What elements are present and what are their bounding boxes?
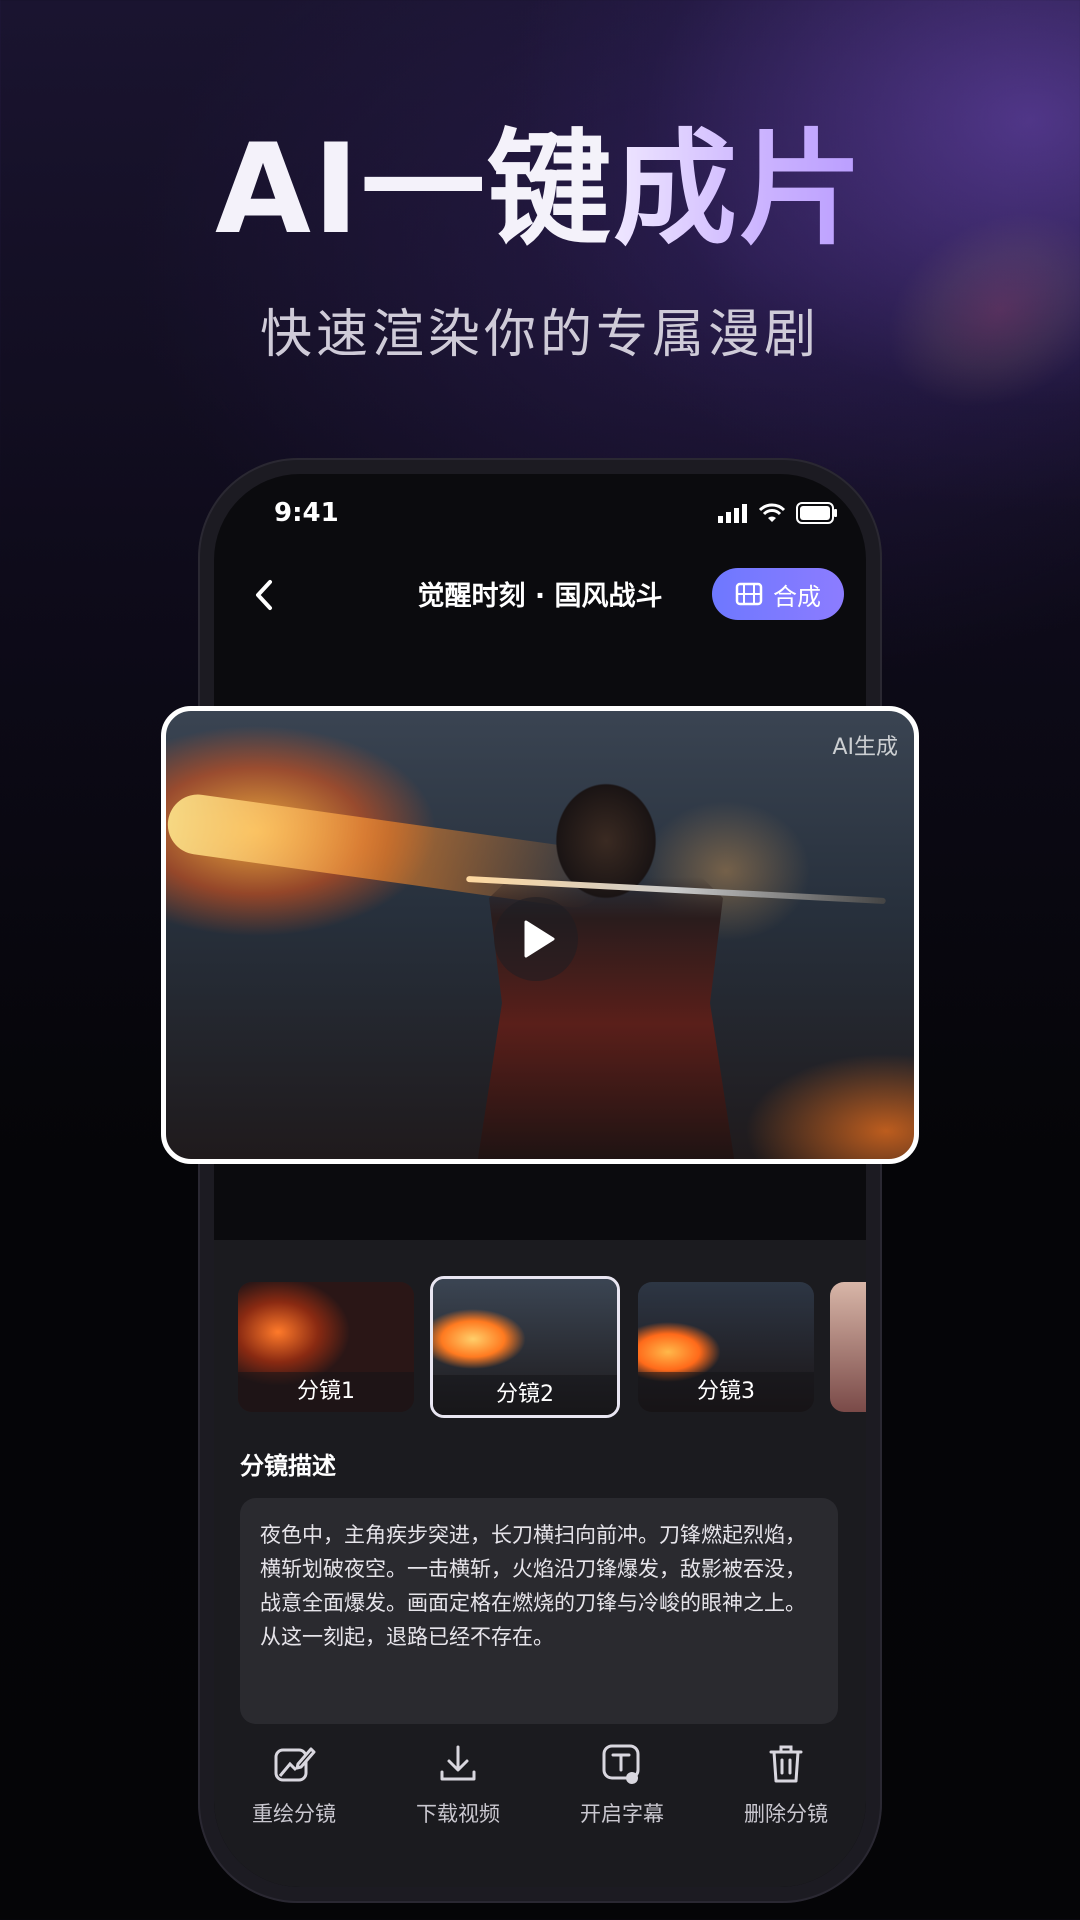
play-icon — [524, 920, 555, 958]
redraw-icon — [274, 1747, 316, 1782]
download-label: 下载视频 — [416, 1802, 500, 1826]
storyboard-label: 分镜1 — [238, 1372, 414, 1412]
headline-part1: AI一键 — [214, 118, 614, 262]
subtitle-icon — [602, 1744, 640, 1784]
delete-button[interactable]: 删除分镜 — [706, 1742, 866, 1828]
status-icons — [718, 502, 838, 524]
download-button[interactable]: 下载视频 — [378, 1742, 538, 1828]
delete-label: 删除分镜 — [744, 1802, 828, 1826]
storyboard-thumb-4[interactable] — [830, 1282, 866, 1412]
thumb-image — [830, 1282, 866, 1412]
signal-icon — [718, 504, 747, 523]
storyboard-label: 分镜3 — [638, 1372, 814, 1412]
status-time: 9:41 — [274, 498, 339, 528]
subtitle-label: 开启字幕 — [580, 1802, 664, 1826]
ai-generated-badge: AI生成 — [832, 735, 898, 760]
headline-part2: 成片 — [613, 118, 866, 262]
storyboard-thumb-2[interactable]: 分镜2 — [430, 1276, 620, 1418]
storyboard-label: 分镜2 — [433, 1375, 617, 1415]
play-button[interactable] — [494, 897, 578, 981]
nav-bar: 觉醒时刻 · 国风战斗 合成 — [214, 560, 866, 630]
wifi-icon — [758, 503, 786, 522]
storyboard-thumb-1[interactable]: 分镜1 — [238, 1282, 414, 1412]
trash-icon — [769, 1745, 803, 1783]
redraw-button[interactable]: 重绘分镜 — [214, 1742, 374, 1828]
bottom-toolbar: 重绘分镜 下载视频 开启字幕 删除分镜 — [214, 1742, 866, 1842]
redraw-label: 重绘分镜 — [252, 1802, 336, 1826]
promo-headline: AI一键成片 — [0, 128, 1080, 252]
description-text: 夜色中，主角疾步突进，长刀横扫向前冲。刀锋燃起烈焰，横斩划破夜空。一击横斩，火焰… — [260, 1523, 806, 1649]
compose-label: 合成 — [773, 582, 821, 611]
promo-subline: 快速渲染你的专属漫剧 — [259, 305, 820, 365]
compose-button[interactable]: 合成 — [712, 568, 844, 620]
battery-icon — [796, 502, 837, 524]
preview-video[interactable]: AI生成 — [161, 706, 919, 1164]
storyboard-thumb-3[interactable]: 分镜3 — [638, 1282, 814, 1412]
download-icon — [440, 1745, 476, 1781]
subtitle-button[interactable]: 开启字幕 — [542, 1742, 702, 1828]
description-box[interactable]: 夜色中，主角疾步突进，长刀横扫向前冲。刀锋燃起烈焰，横斩划破夜空。一击横斩，火焰… — [240, 1498, 838, 1724]
film-icon — [735, 582, 763, 606]
storyboard-strip: 分镜1 分镜2 分镜3 — [238, 1276, 866, 1422]
description-label: 分镜描述 — [240, 1452, 336, 1480]
